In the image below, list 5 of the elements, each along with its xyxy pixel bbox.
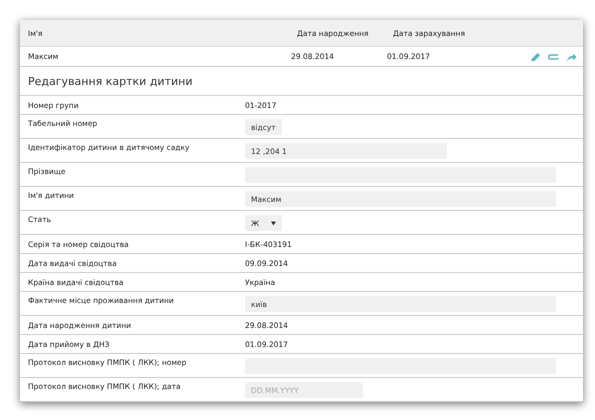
swap-arrows-icon[interactable] bbox=[548, 52, 559, 62]
dropdown-caret-icon bbox=[271, 220, 276, 226]
form-title: Редагування картки дитини bbox=[20, 67, 583, 96]
share-arrow-icon[interactable] bbox=[566, 52, 577, 62]
pencil-icon[interactable] bbox=[530, 52, 541, 62]
